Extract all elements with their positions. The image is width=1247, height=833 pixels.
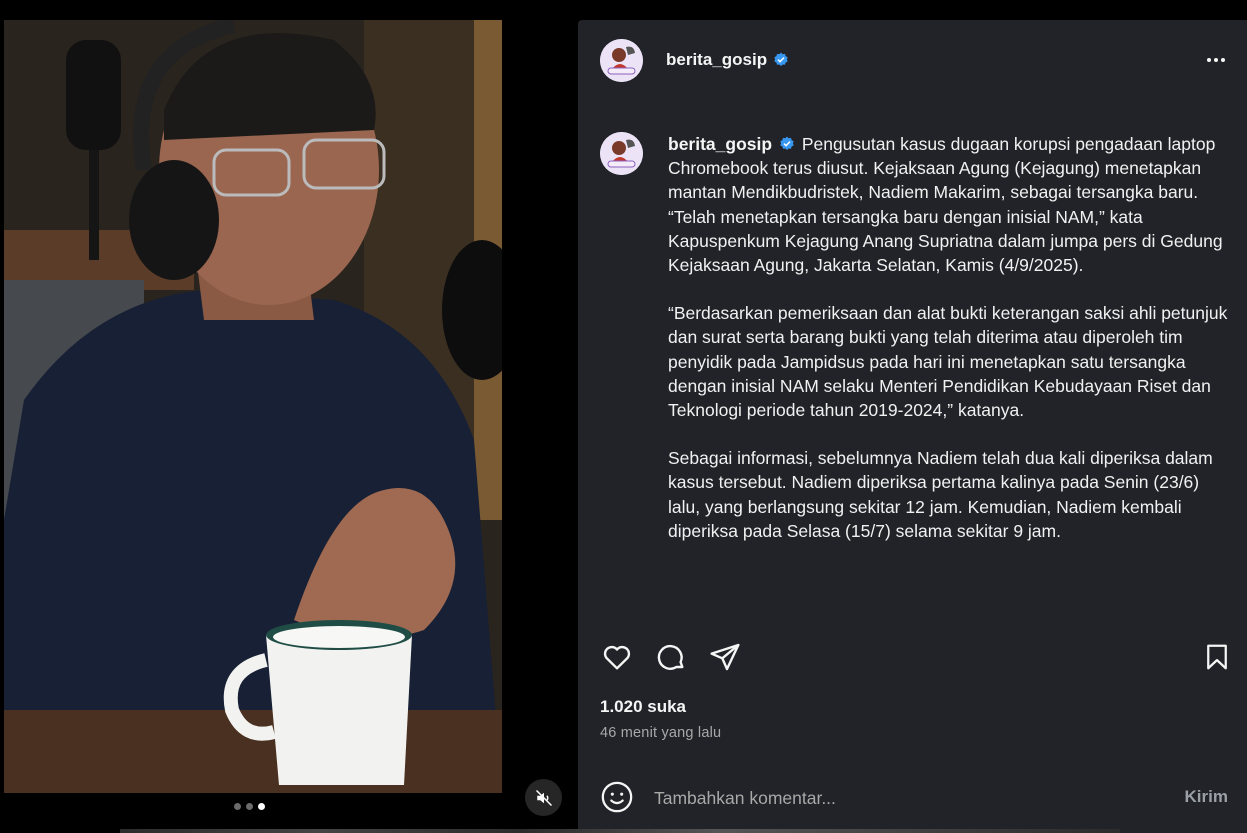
video-frame-illustration	[4, 20, 502, 793]
muted-speaker-icon	[535, 789, 552, 806]
more-horizontal-icon	[1221, 58, 1225, 62]
post-header: berita_gosip	[578, 20, 1247, 100]
send-paper-plane-icon	[710, 643, 740, 671]
like-button[interactable]	[600, 640, 634, 674]
more-horizontal-icon	[1207, 58, 1211, 62]
caption-paragraph: berita_gosip Pengusutan kasus dugaan kor…	[668, 132, 1228, 277]
smiley-face-icon	[601, 781, 633, 813]
caption-username[interactable]: berita_gosip	[668, 134, 772, 154]
add-comment-bar: Kirim	[600, 780, 1234, 816]
brand-avatar-icon	[600, 132, 643, 175]
save-button[interactable]	[1200, 640, 1234, 674]
more-horizontal-icon	[1214, 58, 1218, 62]
post-comment-button[interactable]: Kirim	[1185, 787, 1228, 807]
emoji-picker-button[interactable]	[600, 780, 634, 814]
bookmark-icon	[1207, 644, 1227, 670]
verified-badge-icon	[774, 52, 788, 66]
comment-input[interactable]	[654, 784, 1154, 812]
comment-bubble-icon	[657, 644, 684, 670]
post-author-username[interactable]: berita_gosip	[666, 50, 767, 70]
more-options-button[interactable]	[1203, 50, 1229, 70]
brand-avatar-icon	[600, 39, 643, 82]
post-timestamp[interactable]: 46 menit yang lalu	[600, 725, 721, 741]
like-count[interactable]: 1.020 suka	[600, 697, 686, 717]
share-button[interactable]	[708, 640, 742, 674]
comment-button[interactable]	[654, 640, 688, 674]
post-media-video[interactable]	[4, 20, 502, 793]
mute-toggle-button[interactable]	[525, 779, 562, 816]
background-strip	[120, 829, 1120, 833]
post-detail-panel: berita_gosip berita_gosip Pengusutan kas…	[578, 20, 1247, 833]
carousel-dot	[246, 803, 253, 810]
carousel-dot-active	[258, 803, 265, 810]
avatar[interactable]	[600, 39, 643, 82]
caption-paragraph: “Berdasarkan pemeriksaan dan alat bukti …	[668, 303, 1228, 421]
carousel-dot	[234, 803, 241, 810]
caption-paragraph: Sebagai informasi, sebelumnya Nadiem tel…	[668, 448, 1213, 541]
post-actions-bar	[600, 640, 1230, 674]
caption-body: berita_gosip Pengusutan kasus dugaan kor…	[668, 132, 1228, 543]
heart-icon	[603, 645, 631, 670]
carousel-indicator	[234, 803, 265, 810]
header-username-group[interactable]: berita_gosip	[666, 50, 789, 70]
caption-text-2: “Telah menetapkan tersangka baru dengan …	[668, 206, 1223, 276]
verified-badge-icon	[780, 136, 794, 150]
caption-avatar[interactable]	[600, 132, 643, 175]
